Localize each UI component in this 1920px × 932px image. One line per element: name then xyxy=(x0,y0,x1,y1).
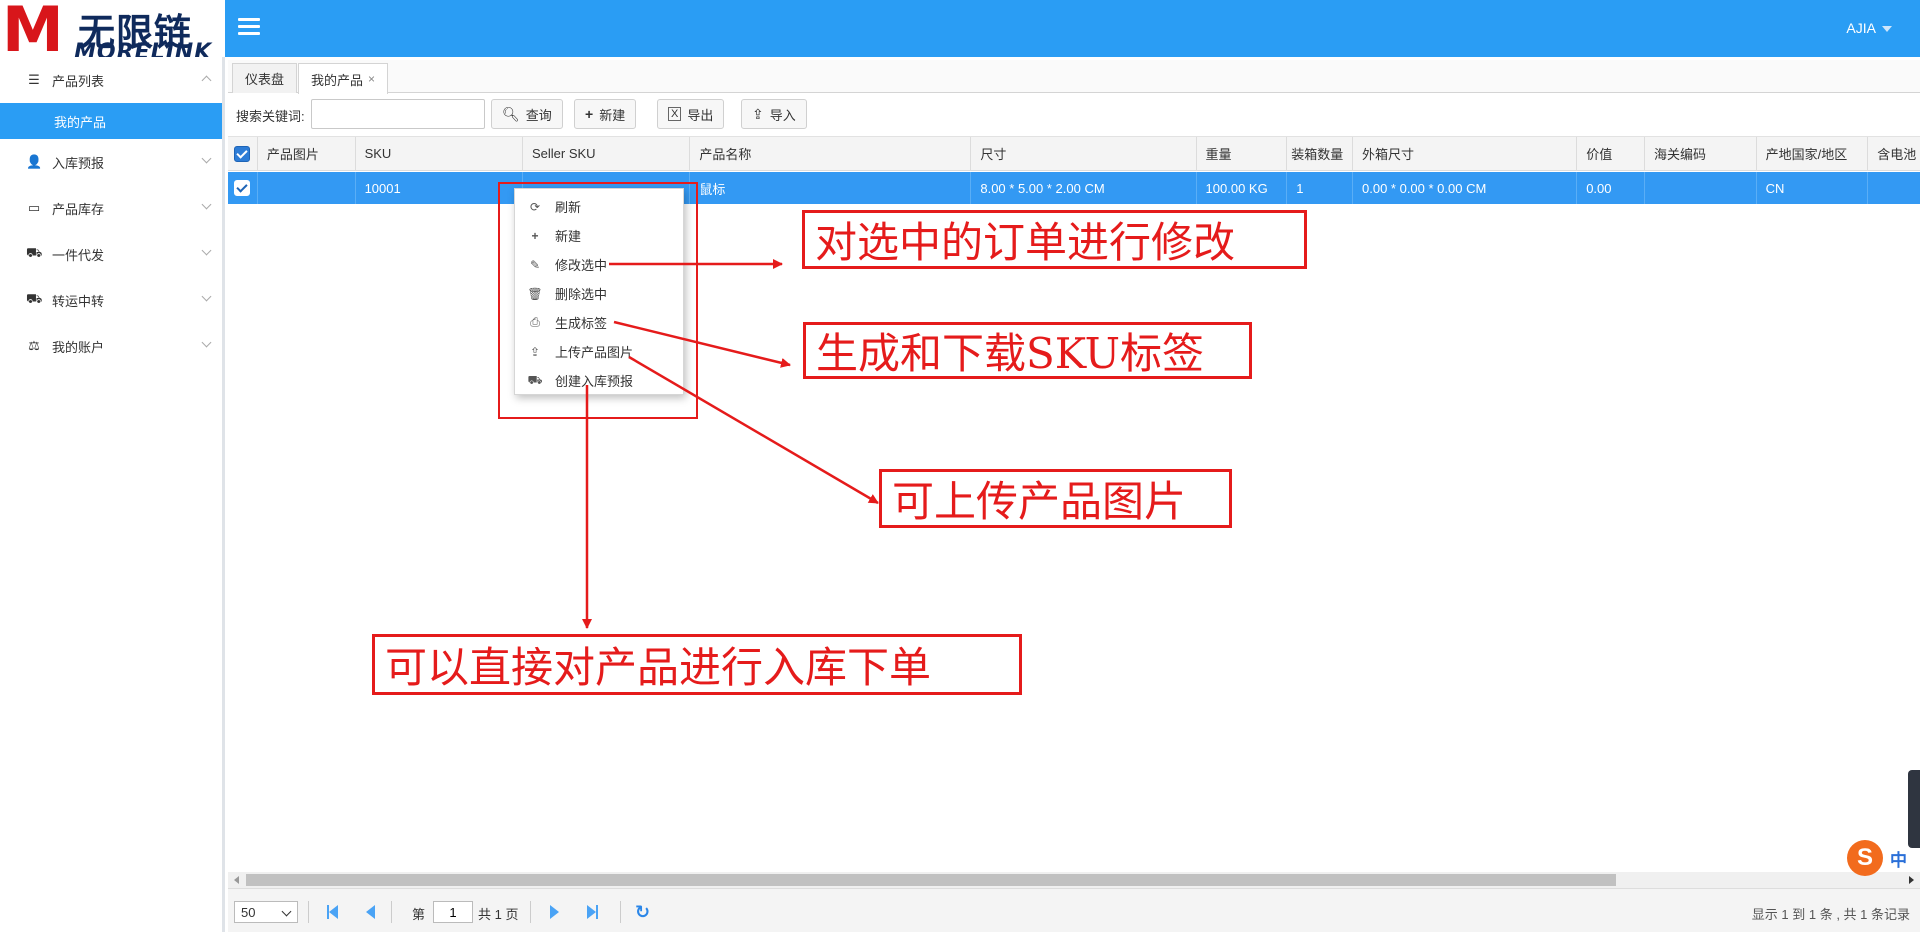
annotation-arrows xyxy=(582,259,879,629)
ime-badge[interactable]: S xyxy=(1845,838,1887,880)
ime-mode-label[interactable]: 中 xyxy=(1890,846,1907,871)
arrow-upload xyxy=(628,355,879,505)
sogou-ime-icon: S xyxy=(1847,840,1883,876)
arrow-label xyxy=(613,320,791,368)
side-widget xyxy=(1908,770,1920,848)
